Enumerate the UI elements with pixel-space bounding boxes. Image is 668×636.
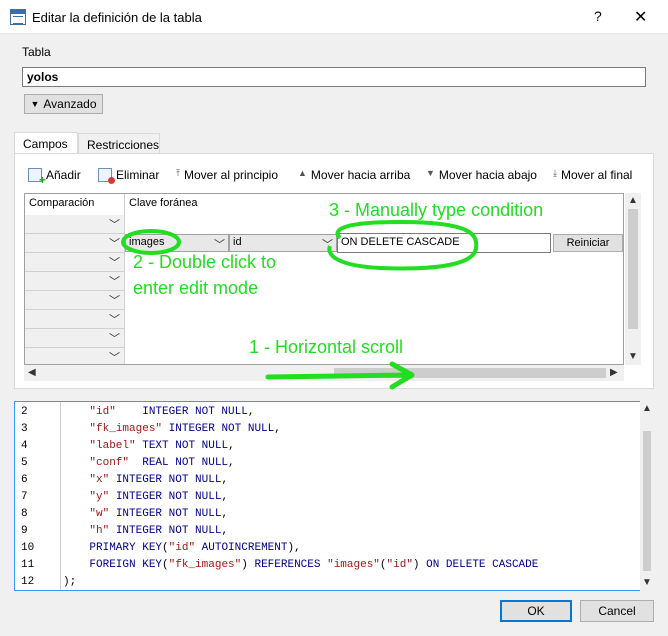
code-text: , <box>221 508 229 520</box>
annotation-double-click: 2 - Double click to enter edit mode <box>133 252 277 298</box>
scroll-down-icon[interactable]: ▼ <box>642 577 652 588</box>
code-line: "x" INTEGER NOT NULL, <box>63 472 228 489</box>
code-text: , <box>221 525 229 537</box>
code-text: , <box>221 474 229 486</box>
code-string: "fk_images" <box>89 423 163 435</box>
code-text: ) <box>241 559 255 571</box>
code-text: ( <box>162 559 169 571</box>
line-number: 12 <box>21 576 35 588</box>
code-text: , <box>247 406 255 418</box>
code-string: "h" <box>89 525 110 537</box>
code-keyword: TEXT NOT NULL <box>142 440 229 452</box>
code-line: "w" INTEGER NOT NULL, <box>63 506 228 523</box>
code-keyword: REAL NOT NULL <box>142 457 229 469</box>
code-text: ), <box>287 542 301 554</box>
code-string: "id" <box>386 559 413 571</box>
line-number: 10 <box>21 542 35 554</box>
code-string: "id" <box>168 542 196 554</box>
code-keyword: AUTOINCREMENT <box>201 542 288 554</box>
line-number: 4 <box>21 440 28 452</box>
line-number: 8 <box>21 508 28 520</box>
code-line: "label" TEXT NOT NULL, <box>63 438 235 455</box>
line-number: 6 <box>21 474 28 486</box>
line-number: 5 <box>21 457 28 469</box>
line-number: 11 <box>21 559 35 571</box>
code-keyword: INTEGER NOT NULL <box>115 491 222 503</box>
code-keyword: PRIMARY KEY <box>89 542 163 554</box>
code-text: ) <box>412 559 427 571</box>
code-line: ); <box>63 574 77 590</box>
code-line: PRIMARY KEY("id" AUTOINCREMENT), <box>63 540 301 557</box>
code-keyword: REFERENCES <box>254 559 321 571</box>
code-keyword: ON DELETE CASCADE <box>426 559 539 571</box>
code-string: "label" <box>89 440 136 452</box>
code-string: "y" <box>89 491 110 503</box>
code-line: "id" INTEGER NOT NULL, <box>63 404 254 421</box>
code-string: "fk_images" <box>168 559 242 571</box>
code-line: "h" INTEGER NOT NULL, <box>63 523 228 540</box>
annotation-type-condition: 3 - Manually type condition <box>329 200 544 220</box>
code-keyword: INTEGER NOT NULL <box>115 525 222 537</box>
annotation-circle-condition <box>327 219 479 271</box>
code-keyword: FOREIGN KEY <box>89 559 163 571</box>
code-string: "w" <box>89 508 110 520</box>
line-number: 2 <box>21 406 28 418</box>
line-number: 3 <box>21 423 28 435</box>
code-keyword: INTEGER NOT NULL <box>115 474 222 486</box>
code-line: "y" INTEGER NOT NULL, <box>63 489 228 506</box>
code-text: ); <box>63 576 77 588</box>
sql-editor[interactable]: 2 "id" INTEGER NOT NULL, 3 "fk_images" IN… <box>14 401 654 591</box>
editor-vertical-scrollbar[interactable]: ▲ ▼ <box>640 401 654 591</box>
line-number: 7 <box>21 491 28 503</box>
ok-button[interactable]: OK <box>500 600 572 622</box>
code-string: "conf" <box>89 457 130 469</box>
code-text: ( <box>379 559 387 571</box>
cancel-button[interactable]: Cancel <box>580 600 654 622</box>
code-text: , <box>228 457 235 469</box>
code-keyword: INTEGER NOT NULL <box>142 406 248 418</box>
code-text: , <box>221 491 229 503</box>
scroll-thumb[interactable] <box>643 431 651 571</box>
code-keyword: INTEGER NOT NULL <box>115 508 222 520</box>
code-text: , <box>228 440 235 452</box>
code-string: "images" <box>327 559 380 571</box>
code-text: ( <box>162 542 169 554</box>
annotation-arrow-line <box>265 372 413 380</box>
code-line: "conf" REAL NOT NULL, <box>63 455 235 472</box>
code-line: "fk_images" INTEGER NOT NULL, <box>63 421 281 438</box>
code-keyword: INTEGER NOT NULL <box>168 423 275 435</box>
code-text: , <box>274 423 281 435</box>
line-number: 9 <box>21 525 28 537</box>
code-string: "x" <box>89 474 110 486</box>
annotation-horizontal-scroll: 1 - Horizontal scroll <box>249 337 404 357</box>
code-line: FOREIGN KEY("fk_images") REFERENCES "ima… <box>63 557 538 574</box>
code-string: "id" <box>89 406 116 418</box>
scroll-up-icon[interactable]: ▲ <box>642 403 652 414</box>
